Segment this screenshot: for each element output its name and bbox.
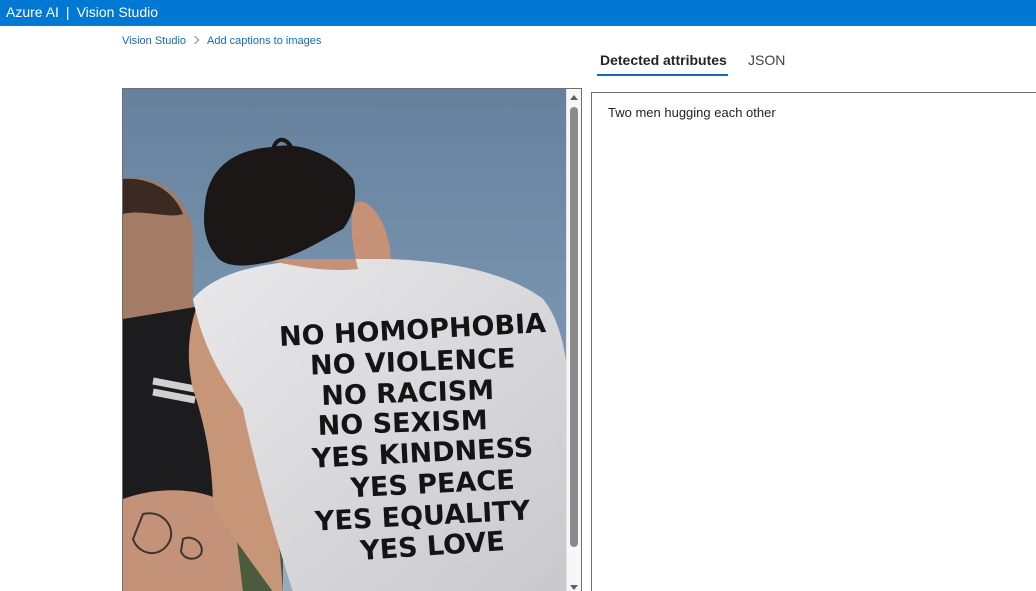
product-name: Azure AI — [6, 4, 59, 20]
detected-attributes-panel: Two men hugging each other — [591, 92, 1036, 591]
chevron-right-icon — [190, 35, 200, 45]
image-scrollbar[interactable] — [566, 89, 581, 591]
image-preview-panel: NO HOMOPHOBIA NO VIOLENCE NO RACISM NO S… — [122, 88, 582, 591]
app-name: Vision Studio — [76, 4, 159, 20]
sample-photo: NO HOMOPHOBIA NO VIOLENCE NO RACISM NO S… — [123, 89, 581, 591]
tab-json[interactable]: JSON — [748, 52, 785, 68]
scroll-down-icon[interactable] — [570, 585, 578, 590]
selected-tab-indicator — [597, 74, 728, 76]
brand-title[interactable]: Azure AI | Vision Studio — [6, 4, 158, 21]
tab-detected-attributes[interactable]: Detected attributes — [600, 52, 727, 68]
generated-caption: Two men hugging each other — [608, 105, 776, 120]
breadcrumb: Vision Studio Add captions to images — [122, 35, 321, 48]
result-tabs: Detected attributes JSON — [597, 44, 1027, 77]
brand-separator: | — [65, 4, 70, 20]
scroll-up-icon[interactable] — [570, 95, 578, 100]
scroll-thumb[interactable] — [570, 107, 578, 547]
top-bar: Azure AI | Vision Studio — [0, 0, 1036, 26]
breadcrumb-add-captions[interactable]: Add captions to images — [207, 35, 321, 47]
breadcrumb-vision-studio[interactable]: Vision Studio — [122, 35, 186, 47]
